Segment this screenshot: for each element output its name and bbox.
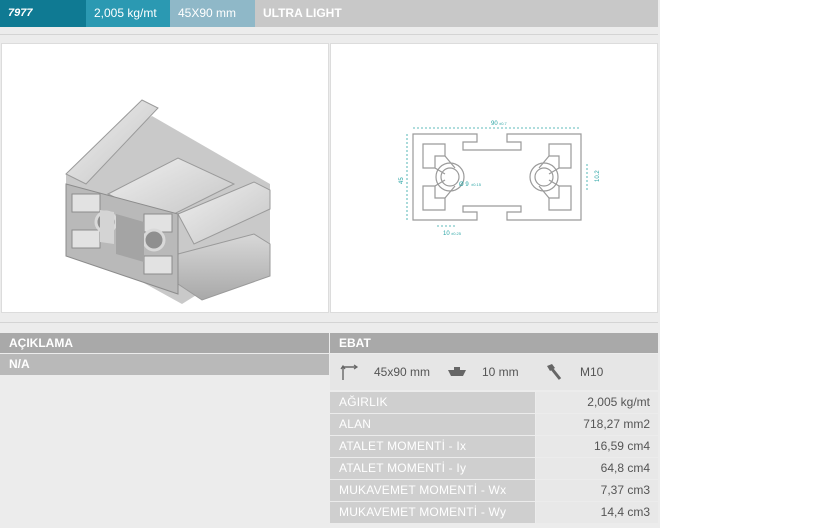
t-nut-icon	[446, 354, 468, 390]
divider	[0, 322, 658, 323]
property-value: 64,8 cm4	[536, 458, 658, 479]
dimension-arrows-icon	[340, 354, 360, 390]
slot-dimension: 10	[443, 231, 450, 237]
aluminium-profile-render	[65, 99, 271, 304]
ebat-heading: EBAT	[330, 333, 658, 353]
height-dimension: 45	[399, 177, 405, 184]
ebat-row: 45x90 mm 10 mm M10	[330, 354, 658, 390]
property-row: MUKAVEMET MOMENTİ - Wx 7,37 cm3	[330, 480, 658, 501]
property-label: ATALET MOMENTİ - Ix	[330, 436, 535, 457]
property-row: ATALET MOMENTİ - Iy 64,8 cm4	[330, 458, 658, 479]
description-heading: AÇIKLAMA	[0, 333, 329, 353]
product-dimension: 45X90 mm	[170, 0, 255, 27]
product-weight: 2,005 kg/mt	[86, 0, 170, 27]
property-label: MUKAVEMET MOMENTİ - Wy	[330, 502, 535, 523]
property-label: ATALET MOMENTİ - Iy	[330, 458, 535, 479]
product-type: ULTRA LIGHT	[255, 0, 658, 27]
property-label: AĞIRLIK	[330, 392, 535, 413]
right-dimension: 10.2	[595, 170, 601, 182]
property-value: 16,59 cm4	[536, 436, 658, 457]
bore-tolerance: ±0.15	[471, 182, 482, 187]
description-value: N/A	[0, 354, 329, 375]
property-label: MUKAVEMET MOMENTİ - Wx	[330, 480, 535, 501]
property-row: AĞIRLIK 2,005 kg/mt	[330, 392, 658, 413]
product-panel: 7977 2,005 kg/mt 45X90 mm ULTRA LIGHT 90…	[0, 0, 660, 528]
ebat-slot: 10 mm	[482, 365, 519, 379]
bolt-icon	[544, 354, 564, 390]
divider	[0, 34, 658, 35]
profile-outline	[412, 133, 582, 221]
ebat-size: 45x90 mm	[374, 365, 431, 379]
property-row: ATALET MOMENTİ - Ix 16,59 cm4	[330, 436, 658, 457]
width-tolerance: ±0.7	[499, 121, 508, 126]
property-value: 14,4 cm3	[536, 502, 658, 523]
product-code: 7977	[0, 0, 86, 27]
property-row: ALAN 718,27 mm2	[330, 414, 658, 435]
cross-section-drawing: 90 ±0.7 45 Ø 9 ±0.15 10.2 10 ±0.25	[399, 121, 601, 237]
property-row: MUKAVEMET MOMENTİ - Wy 14,4 cm3	[330, 502, 658, 523]
dimension-lines	[406, 127, 588, 227]
product-header: 7977 2,005 kg/mt 45X90 mm ULTRA LIGHT	[0, 0, 658, 27]
bore-dimension: Ø 9	[459, 182, 469, 188]
profile-3d-image	[1, 43, 329, 313]
ebat-bolt: M10	[580, 365, 604, 379]
slot-tolerance: ±0.25	[451, 231, 462, 236]
profile-technical-drawing: 90 ±0.7 45 Ø 9 ±0.15 10.2 10 ±0.25	[330, 43, 658, 313]
property-label: ALAN	[330, 414, 535, 435]
property-value: 718,27 mm2	[536, 414, 658, 435]
width-dimension: 90	[491, 121, 498, 127]
property-value: 7,37 cm3	[536, 480, 658, 501]
property-value: 2,005 kg/mt	[536, 392, 658, 413]
